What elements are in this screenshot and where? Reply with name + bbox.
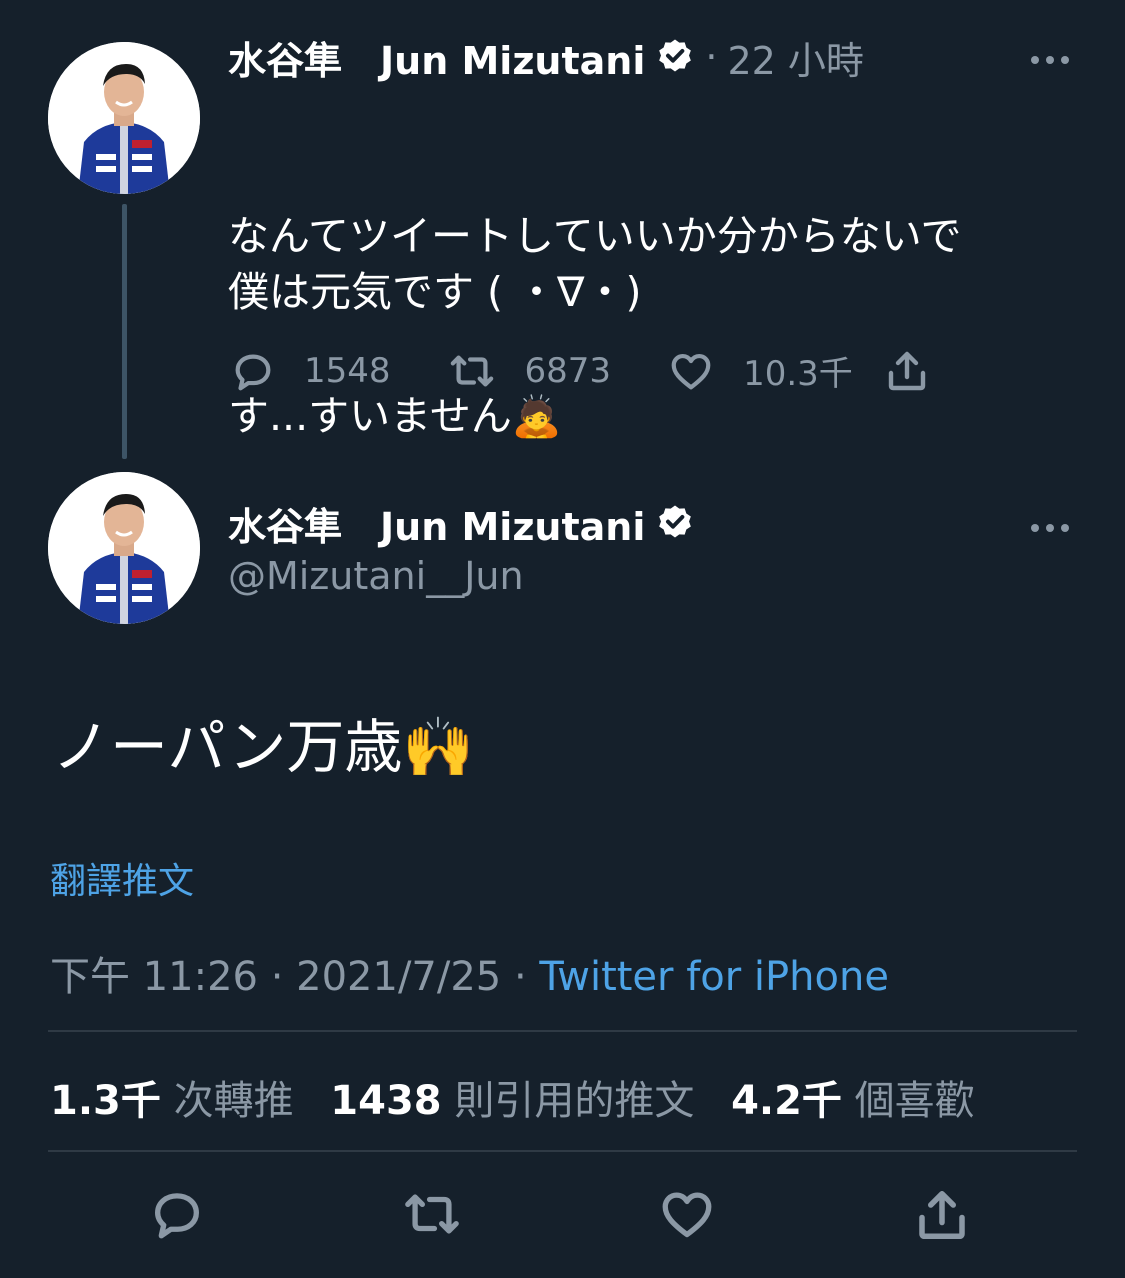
like-button[interactable] xyxy=(658,1185,716,1247)
quotes-value: 1438 xyxy=(330,1078,442,1124)
likes-value: 4.2千 xyxy=(731,1078,842,1124)
tweet-thread-page: 水谷隼 Jun Mizutani · 22 小時 なんてツイートしていいか分から… xyxy=(0,0,1125,1278)
heart-icon xyxy=(671,353,711,389)
share-icon xyxy=(919,1191,965,1239)
display-name[interactable]: 水谷隼 Jun Mizutani xyxy=(228,30,645,85)
tweet-date: 2021/7/25 xyxy=(296,954,502,1000)
person-bowing-emoji: 🙇 xyxy=(511,394,562,440)
share-button[interactable] xyxy=(883,347,931,395)
quotes-label: 則引用的推文 xyxy=(454,1078,695,1124)
tweet-source-link[interactable]: Twitter for iPhone xyxy=(539,954,889,1000)
tweet-time: 下午 11:26 xyxy=(50,954,258,1000)
thread-connector-line xyxy=(122,204,127,459)
retweets-label: 次轉推 xyxy=(173,1078,294,1124)
retweets-stat[interactable]: 1.3千 次轉推 xyxy=(50,1078,294,1124)
more-options-icon[interactable] xyxy=(1028,512,1072,536)
share-button[interactable] xyxy=(912,1185,972,1249)
tweet1-text-line3: 僕は元気です ( ・∇・) xyxy=(228,268,642,316)
raising-hands-emoji: 🙌 xyxy=(402,713,475,781)
retweets-value: 1.3千 xyxy=(50,1078,161,1124)
verified-badge-icon xyxy=(655,503,695,543)
timestamp-separator: · xyxy=(270,954,284,1000)
user-handle[interactable]: @Mizutani__Jun xyxy=(228,554,524,598)
avatar[interactable] xyxy=(48,42,200,194)
reply-icon xyxy=(155,1193,199,1239)
display-name[interactable]: 水谷隼 Jun Mizutani xyxy=(228,496,645,551)
verified-badge-icon xyxy=(655,37,695,77)
meta-separator: · xyxy=(705,35,718,79)
retweet-icon xyxy=(405,1194,459,1234)
timestamp-separator: · xyxy=(513,954,527,1000)
like-button[interactable]: 10.3千 xyxy=(667,346,853,395)
tweet1-header: 水谷隼 Jun Mizutani · 22 小時 xyxy=(228,34,864,83)
retweet-button[interactable] xyxy=(400,1185,464,1247)
retweet-icon xyxy=(450,354,493,387)
retweet-button[interactable]: 6873 xyxy=(447,348,612,394)
reply-button[interactable] xyxy=(148,1185,206,1247)
translate-tweet-link[interactable]: 翻譯推文 xyxy=(50,852,194,904)
retweet-count: 6873 xyxy=(524,350,612,391)
quotes-stat[interactable]: 1438 則引用的推文 xyxy=(330,1078,694,1124)
share-icon xyxy=(888,351,925,390)
avatar[interactable] xyxy=(48,472,200,624)
tweet2-text: ノーパン万歳🙌 xyxy=(52,700,475,784)
tweet2-text-body: ノーパン万歳 xyxy=(52,713,403,781)
tweet-time[interactable]: 22 小時 xyxy=(727,30,863,85)
reply-icon xyxy=(235,354,271,390)
tweet2-header: 水谷隼 Jun Mizutani xyxy=(228,500,695,549)
tweet1-text-line2: す...すいません xyxy=(228,392,512,440)
more-options-icon[interactable] xyxy=(1028,44,1072,68)
tweet-stats: 1.3千 次轉推 1438 則引用的推文 4.2千 個喜歡 xyxy=(50,1068,975,1126)
divider xyxy=(48,1150,1077,1152)
reply-count: 1548 xyxy=(304,350,391,391)
tweet1-actions: 1548 6873 10.3千 xyxy=(230,346,931,395)
heart-icon xyxy=(662,1192,712,1238)
tweet1-text-line1: なんてツイートしていいか分からないで xyxy=(228,212,962,260)
likes-stat[interactable]: 4.2千 個喜歡 xyxy=(731,1078,975,1124)
tweet-timestamp: 下午 11:26 · 2021/7/25 · Twitter for iPhon… xyxy=(50,944,889,1002)
divider xyxy=(48,1030,1077,1032)
like-count: 10.3千 xyxy=(743,354,853,394)
likes-label: 個喜歡 xyxy=(854,1078,975,1124)
reply-button[interactable]: 1548 xyxy=(230,348,391,394)
